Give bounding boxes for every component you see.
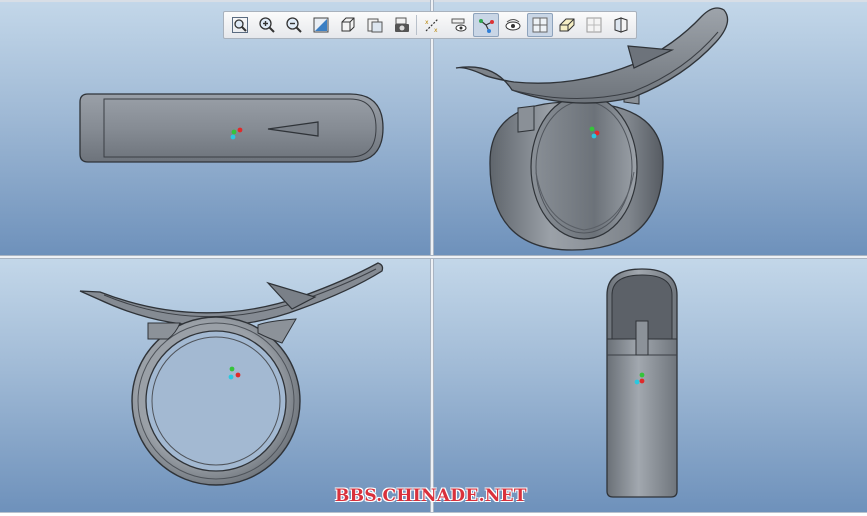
reorient-icon: [559, 18, 574, 32]
svg-text:x: x: [434, 27, 438, 34]
zoom-window-icon: [231, 17, 248, 33]
zoom-out-icon: [285, 17, 302, 33]
refit-icon: [313, 17, 328, 33]
snapshot-button[interactable]: [389, 13, 415, 37]
view-manager-icon: [505, 19, 520, 31]
single-view-button[interactable]: [581, 13, 607, 37]
viewport-right-view[interactable]: [434, 259, 867, 512]
status-strip: [0, 512, 867, 516]
datum-display-button[interactable]: xx: [419, 13, 445, 37]
refit-button[interactable]: [308, 13, 334, 37]
spin-center-icon: [478, 19, 494, 33]
zoom-window-button[interactable]: [227, 13, 253, 37]
four-view-icon: [532, 17, 547, 33]
four-view-button[interactable]: [526, 13, 553, 37]
datum-display-icon: xx: [425, 18, 438, 34]
spin-center-button[interactable]: [472, 13, 499, 37]
saved-views-button[interactable]: [362, 13, 388, 37]
viewport-isometric-view[interactable]: [434, 2, 867, 255]
display-style-icon: [341, 17, 354, 32]
single-view-icon: [586, 17, 601, 33]
part-side-view: [79, 262, 384, 486]
watermark-text: BBS.CHINADE.NET: [335, 486, 527, 506]
saved-views-icon: [367, 18, 382, 33]
viewport-side-view[interactable]: [0, 259, 430, 512]
viewport-splitter-horizontal[interactable]: [0, 255, 867, 259]
annotation-display-icon: [451, 18, 466, 32]
section-button[interactable]: [608, 13, 634, 37]
part-isometric-view: [455, 7, 729, 251]
reorient-button[interactable]: [554, 13, 580, 37]
snapshot-icon: [394, 17, 409, 32]
part-right-view: [606, 268, 678, 498]
svg-text:x: x: [425, 19, 429, 26]
zoom-in-icon: [258, 17, 275, 33]
viewport-top-view[interactable]: [0, 2, 430, 255]
view-manager-button[interactable]: [500, 13, 526, 37]
zoom-in-button[interactable]: [254, 13, 280, 37]
annotation-display-button[interactable]: [446, 13, 472, 37]
zoom-out-button[interactable]: [281, 13, 307, 37]
toolbar-separator: [416, 15, 417, 35]
section-icon: [614, 17, 627, 33]
view-toolbar: xx: [223, 11, 637, 39]
part-top-view: [79, 93, 384, 163]
display-style-button[interactable]: [335, 13, 361, 37]
